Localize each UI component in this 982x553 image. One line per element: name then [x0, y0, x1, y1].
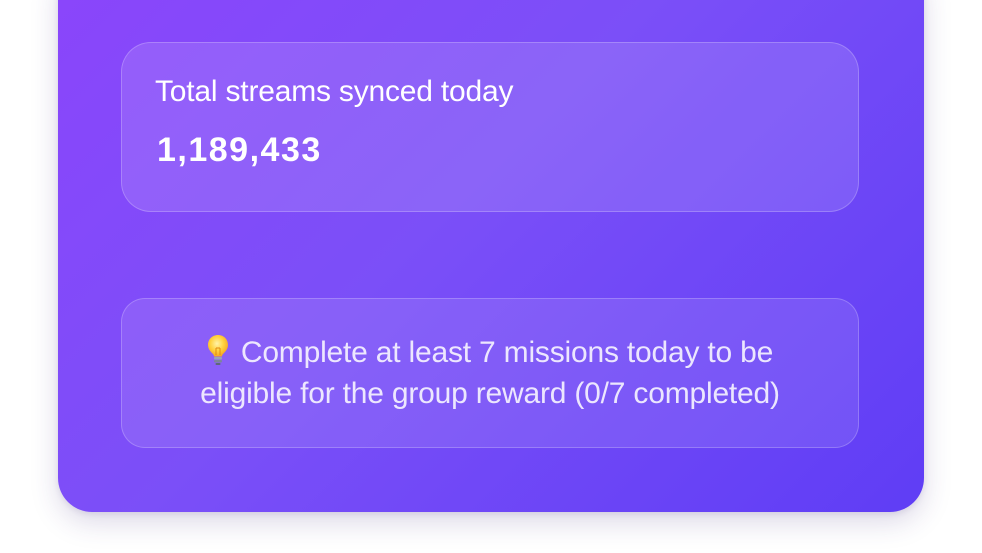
streams-synced-label: Total streams synced today	[155, 75, 514, 108]
missions-card: Total streams synced today 1,189,433 Com…	[58, 0, 924, 512]
mission-tip-panel: Complete at least 7 missions today to be…	[121, 298, 859, 448]
lightbulb-icon	[207, 334, 229, 366]
mission-tip-text: Complete at least 7 missions today to be…	[200, 336, 780, 410]
page: Total streams synced today 1,189,433 Com…	[0, 0, 982, 553]
mission-tip: Complete at least 7 missions today to be…	[162, 332, 818, 414]
streams-synced-panel: Total streams synced today 1,189,433	[121, 42, 859, 212]
streams-synced-value: 1,189,433	[157, 131, 322, 169]
